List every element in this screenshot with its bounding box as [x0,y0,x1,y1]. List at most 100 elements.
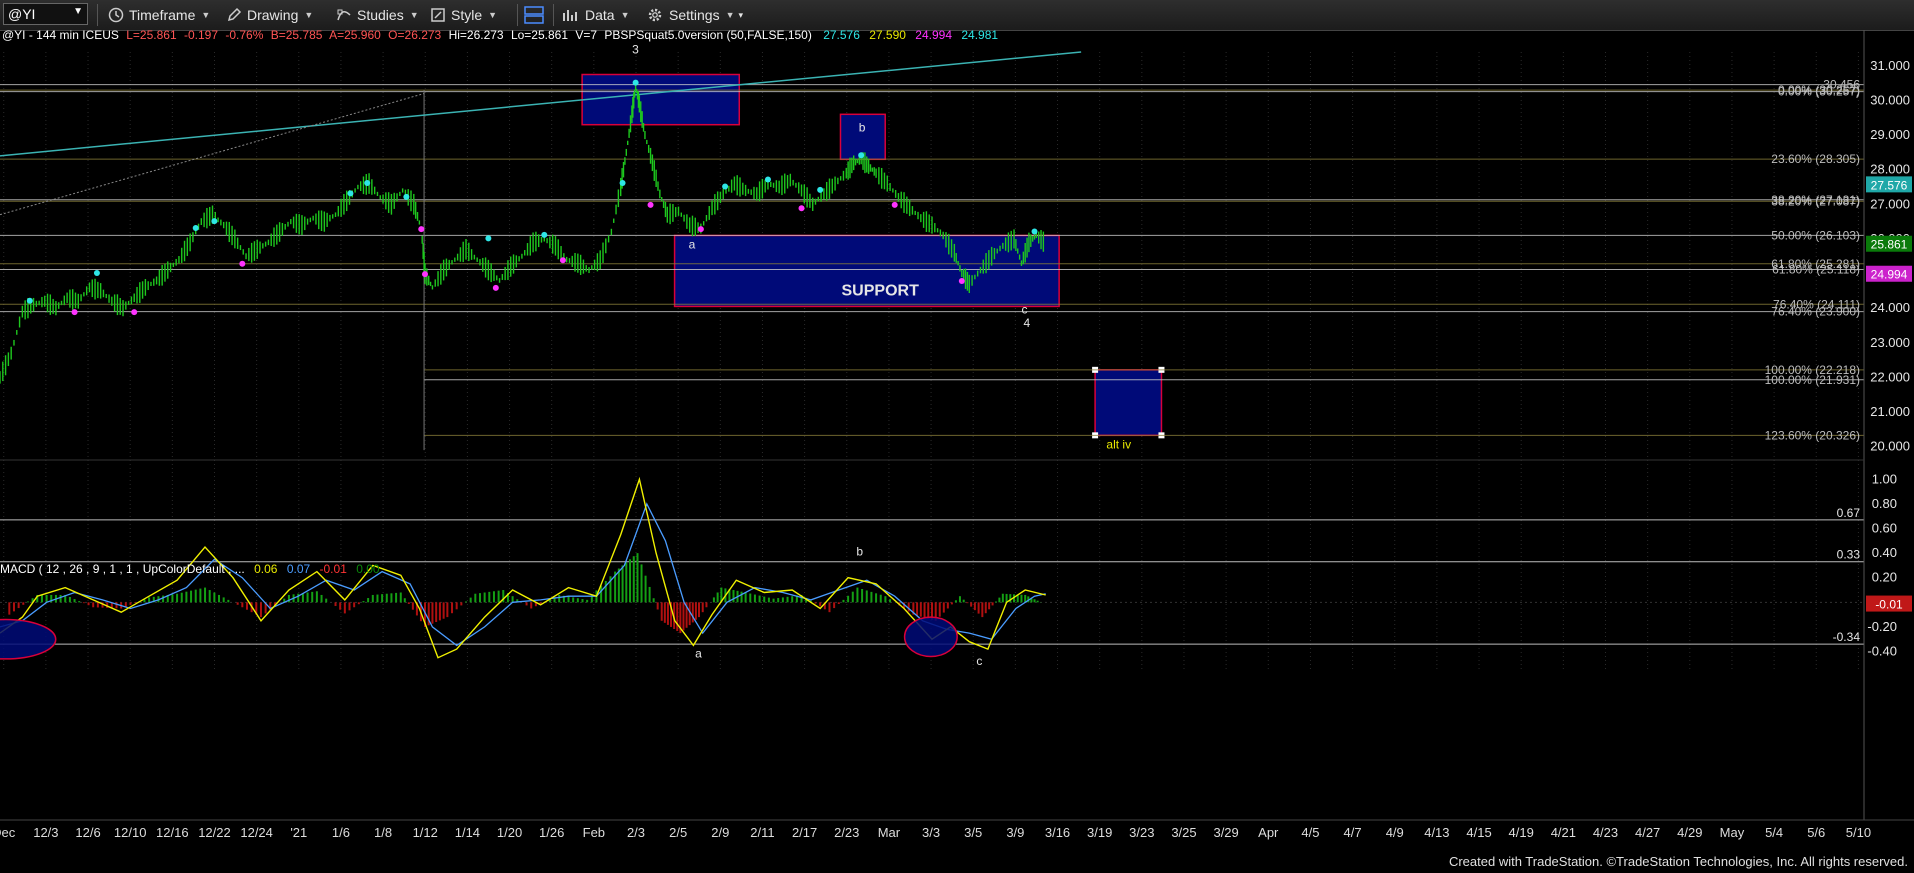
pct-change: -0.76% [225,30,263,42]
pivot-high-marker [764,176,771,183]
pivot-low-marker [697,226,704,233]
chevron-down-icon[interactable]: ▼ [73,6,83,17]
macd-value: 0.06 [254,562,278,576]
price-tick: 23.000 [1870,335,1910,350]
indicator-value: 24.981 [961,30,998,42]
volume: V=7 [575,30,597,42]
date-tick: 4/9 [1386,825,1404,840]
chart-layout-icon [524,6,544,24]
date-tick: 4/27 [1635,825,1660,840]
pivot-low-marker [492,284,499,291]
symbol-field[interactable]: @YI ▼ [3,3,88,25]
fib-label: 38.20% (27.087) [1771,194,1860,208]
studies-button[interactable]: Studies ▼ [336,5,419,25]
pivot-high-marker [722,183,729,190]
fib-label: 23.60% (28.305) [1771,152,1860,166]
caret-down-icon: ▼ [725,10,735,20]
date-tick: 1/8 [374,825,392,840]
date-tick: Feb [583,825,605,840]
date-tick: 12/24 [240,825,273,840]
macd-value: -0.01 [320,562,348,576]
pivot-high-marker [619,180,626,186]
net-change: -0.197 [184,30,218,42]
wave-label: b [859,121,866,135]
drawing-button[interactable]: Drawing ▼ [226,5,313,25]
date-tick: 3/16 [1045,825,1070,840]
date-tick: Mar [878,825,901,840]
bid: B=25.785 [271,30,323,42]
overflow-caret-icon[interactable]: ▾ [739,10,744,21]
open: O=26.273 [388,30,441,42]
date-tick: 4/19 [1509,825,1534,840]
timeframe-label: Timeframe [129,7,196,23]
pivot-high-marker [817,186,824,193]
price-label: 27.576 [1871,178,1908,192]
wave-label: a [689,237,696,251]
caret-down-icon: ▼ [409,10,419,20]
style-button[interactable]: Style ▼ [430,5,497,25]
price-chart[interactable]: 30.4560.00% (30.257)0.00% (30.257)23.60%… [0,30,1914,850]
chart-grid [3,52,1859,670]
toolbar-separator [553,4,554,26]
pivot-high-marker [632,79,639,86]
svg-text:@YI - 144 min ICEUS L=25.: @YI - 144 min ICEUS L=25.861 -0.197 -0.7… [2,30,998,42]
date-tick: 4/5 [1301,825,1319,840]
pivot-high-marker [403,193,410,200]
last-price: L=25.861 [126,30,177,42]
data-button[interactable]: Data ▼ [562,5,630,25]
fib-levels: 30.4560.00% (30.257)0.00% (30.257)23.60%… [0,78,1864,451]
footer-credit: Created with TradeStation. ©TradeStation… [1448,854,1908,869]
pivot-low-marker [71,309,78,316]
date-tick: 3/5 [964,825,982,840]
ask: A=25.960 [329,30,381,42]
caret-down-icon: ▼ [488,10,498,20]
date-tick: May [1720,825,1745,840]
wave-zones [581,73,1165,439]
chart-layout-button[interactable] [523,5,545,25]
gear-icon [648,8,662,22]
wave-label: 4 [1024,316,1031,330]
pivot-low-marker [239,260,246,267]
settings-label: Settings [669,7,720,23]
settings-button[interactable]: Settings ▼ ▾ [646,5,743,25]
date-tick: 12/6 [75,825,100,840]
date-tick: Apr [1258,825,1279,840]
price-tick: 31.000 [1870,58,1910,73]
date-tick: 1/6 [332,825,350,840]
date-tick: 4/15 [1466,825,1491,840]
wave-label: c [1021,302,1027,316]
timeframe-button[interactable]: Timeframe ▼ [108,5,210,25]
toolbar-separator [517,4,518,26]
macd-label: MACD ( 12 , 26 , 9 , 1 , 1 , UpColorDefa… [0,562,245,576]
pivot-low-marker [647,201,654,208]
price-label: 24.994 [1871,268,1908,282]
wave-label: SUPPORT [842,282,920,299]
price-tick: 22.000 [1870,369,1910,384]
fib-label: 100.00% (21.931) [1765,373,1860,387]
caret-down-icon: ▼ [201,10,211,20]
date-tick: Dec [0,825,16,840]
macd-level-label: 0.67 [1837,506,1861,520]
pivot-low-marker [798,205,805,212]
macd-wave-label: b [856,545,863,559]
price-label: 25.861 [1871,238,1908,252]
price-tick: 30.000 [1870,92,1910,107]
macd-tick: 0.60 [1872,521,1897,536]
caret-down-icon: ▼ [620,10,630,20]
style-label: Style [451,7,483,23]
macd-value: 0.07 [287,562,311,576]
trend-line [0,51,1082,157]
pivot-high-marker [1031,228,1038,235]
pivot-high-marker [858,152,865,159]
date-tick: 4/23 [1593,825,1618,840]
macd-tick: 0.40 [1872,545,1897,560]
date-tick: 1/12 [413,825,438,840]
pivot-high-marker [364,180,371,186]
drawing-label: Drawing [247,7,299,23]
pivot-high-marker [211,218,218,225]
macd-value: 0.00 [356,562,380,576]
date-tick: 3/9 [1006,825,1024,840]
date-tick: 3/19 [1087,825,1112,840]
macd-level-label: 0.33 [1837,548,1861,562]
pivot-low-marker [131,309,138,316]
